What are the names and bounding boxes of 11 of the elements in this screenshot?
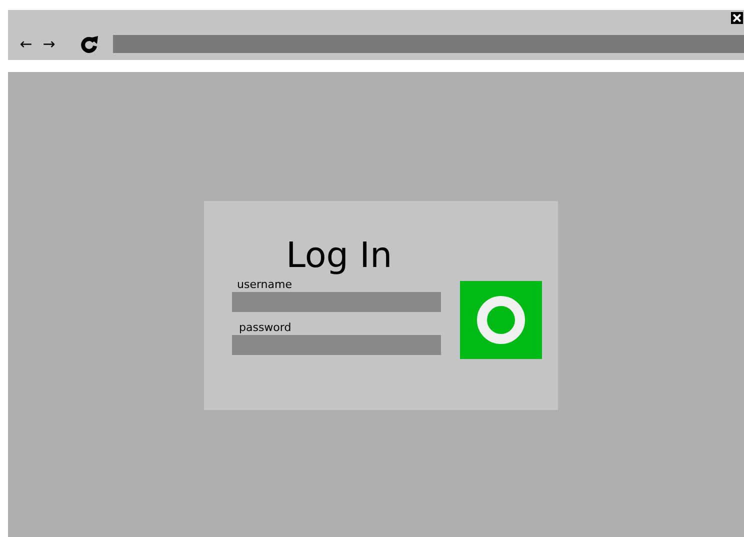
login-title: Log In bbox=[286, 235, 394, 278]
reload-icon[interactable] bbox=[79, 34, 99, 54]
forward-button[interactable]: → bbox=[39, 35, 59, 53]
input-field[interactable] bbox=[232, 335, 441, 355]
close-icon[interactable] bbox=[731, 12, 743, 24]
field-label: password bbox=[239, 321, 292, 335]
circle-icon bbox=[476, 295, 526, 345]
back-button[interactable]: ← bbox=[16, 35, 36, 53]
login-button[interactable] bbox=[460, 281, 542, 359]
input-field[interactable] bbox=[232, 292, 441, 312]
field-label: username bbox=[237, 278, 293, 292]
